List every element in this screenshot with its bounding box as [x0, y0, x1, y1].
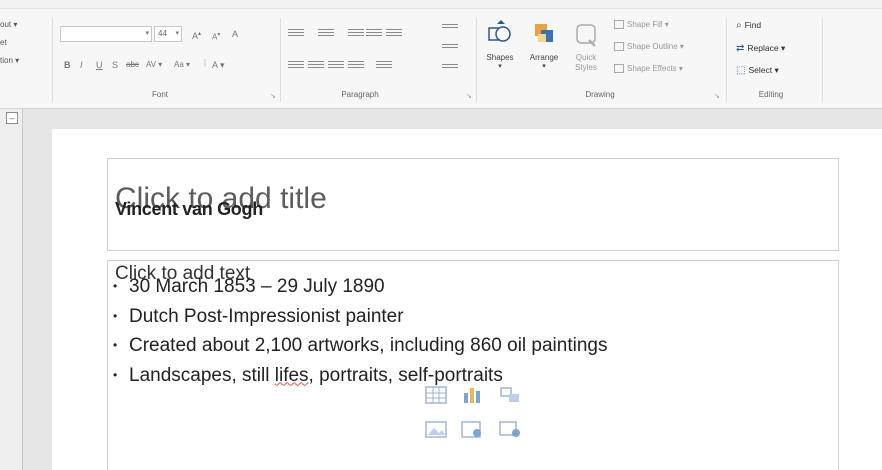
quick-styles-button[interactable]: Quick Styles	[566, 20, 606, 73]
italic-button[interactable]: I	[80, 58, 83, 72]
font-size-combo[interactable]: 44 ▾	[154, 26, 182, 42]
arrange-button[interactable]: Arrange ▾	[522, 20, 566, 70]
editing-group-label: Editing	[758, 90, 784, 99]
character-spacing-button[interactable]: AV ▾	[146, 58, 162, 72]
decrease-indent-icon[interactable]	[348, 27, 364, 39]
select-button[interactable]: ⬚ Select ▾	[736, 62, 779, 78]
shape-outline-button[interactable]: Shape Outline ▾	[614, 40, 684, 54]
columns-icon[interactable]	[376, 59, 392, 71]
increase-indent-icon[interactable]	[366, 27, 382, 39]
align-left-icon[interactable]	[288, 59, 304, 71]
insert-video-icon[interactable]	[498, 419, 522, 439]
shapes-button[interactable]: Shapes ▾	[480, 20, 520, 70]
arrange-icon	[529, 20, 559, 50]
shape-effects-button[interactable]: Shape Effects ▾	[614, 62, 683, 76]
paragraph-dialog-launcher-icon[interactable]: ↘	[466, 92, 472, 100]
underline-button[interactable]: U	[96, 58, 103, 72]
bullets-icon[interactable]	[288, 27, 304, 39]
line-spacing-icon[interactable]	[386, 27, 402, 39]
select-cursor-icon: ⬚	[736, 65, 746, 76]
bold-button[interactable]: B	[64, 58, 71, 72]
find-icon: ⌕	[736, 20, 742, 31]
font-group-label: Font	[151, 90, 168, 99]
font-name-combo[interactable]: ▾	[60, 26, 152, 42]
change-case-button[interactable]: Aa ▾	[174, 58, 190, 72]
insert-smartart-icon[interactable]	[498, 385, 522, 405]
group-separator	[280, 18, 281, 102]
replace-icon: ⇄	[736, 43, 745, 54]
drawing-group-label: Drawing	[585, 90, 615, 99]
insert-online-picture-icon[interactable]	[460, 419, 484, 439]
replace-button[interactable]: ⇄ Replace ▾	[736, 40, 785, 56]
strikethrough-button[interactable]: abc	[126, 58, 139, 72]
text-shadow-button[interactable]: S	[112, 58, 118, 72]
section-button-partial[interactable]: tion ▾	[0, 52, 48, 70]
font-dialog-launcher-icon[interactable]: ↘	[270, 92, 276, 100]
align-text-icon[interactable]	[442, 42, 458, 54]
grow-font-button[interactable]: A▴	[192, 27, 201, 41]
list-item[interactable]: • 30 March 1853 – 29 July 1890	[113, 272, 607, 302]
ribbon-top-edge	[0, 0, 882, 9]
clear-formatting-button[interactable]: A	[232, 27, 238, 41]
numbering-icon[interactable]	[318, 27, 334, 39]
align-right-icon[interactable]	[328, 59, 344, 71]
paragraph-group-label: Paragraph	[341, 90, 379, 99]
collapse-pane-icon[interactable]: –	[6, 112, 18, 124]
insert-chart-icon[interactable]	[460, 385, 484, 405]
spelling-error-word[interactable]: lifes	[275, 365, 309, 386]
group-separator	[822, 18, 823, 102]
pencil-icon	[614, 42, 624, 52]
drawing-dialog-launcher-icon[interactable]: ↘	[714, 92, 720, 100]
shapes-icon	[485, 20, 515, 50]
smartart-icon[interactable]	[442, 62, 458, 74]
slide-title[interactable]: Vincent van Gogh	[115, 199, 263, 220]
justify-icon[interactable]	[348, 59, 364, 71]
clipboard-group-partial: out ▾ et tion ▾	[0, 16, 48, 70]
slide-thumbnail-pane[interactable]	[0, 109, 23, 470]
align-center-icon[interactable]	[308, 59, 324, 71]
group-separator	[52, 18, 53, 102]
paint-bucket-icon	[614, 20, 624, 30]
effects-icon	[614, 64, 624, 74]
quick-styles-icon	[571, 20, 601, 50]
list-item[interactable]: • Dutch Post-Impressionist painter	[113, 302, 607, 332]
shrink-font-button[interactable]: A▾	[212, 28, 220, 42]
layout-button-partial[interactable]: out ▾	[0, 16, 48, 34]
insert-picture-icon[interactable]	[424, 419, 448, 439]
separator-dot: |	[204, 58, 207, 67]
reset-button-partial[interactable]: et	[0, 34, 48, 52]
text-direction-icon[interactable]	[442, 22, 458, 34]
list-item[interactable]: • Created about 2,100 artworks, including…	[113, 331, 607, 361]
group-separator	[476, 18, 477, 102]
bullet-list[interactable]: • 30 March 1853 – 29 July 1890 • Dutch Pos…	[113, 272, 607, 390]
font-color-button[interactable]: A ▾	[212, 58, 225, 72]
insert-table-icon[interactable]	[424, 385, 448, 405]
list-item[interactable]: • Landscapes, still lifes, portraits, sel…	[113, 361, 607, 391]
shape-fill-button[interactable]: Shape Fill ▾	[614, 18, 669, 32]
group-separator	[726, 18, 727, 102]
ribbon: out ▾ et tion ▾ ▾ 44 ▾ A▴ A▾ A B I U S ab…	[0, 0, 882, 109]
find-button[interactable]: ⌕ Find	[736, 17, 761, 33]
content-insert-icons	[422, 383, 530, 445]
